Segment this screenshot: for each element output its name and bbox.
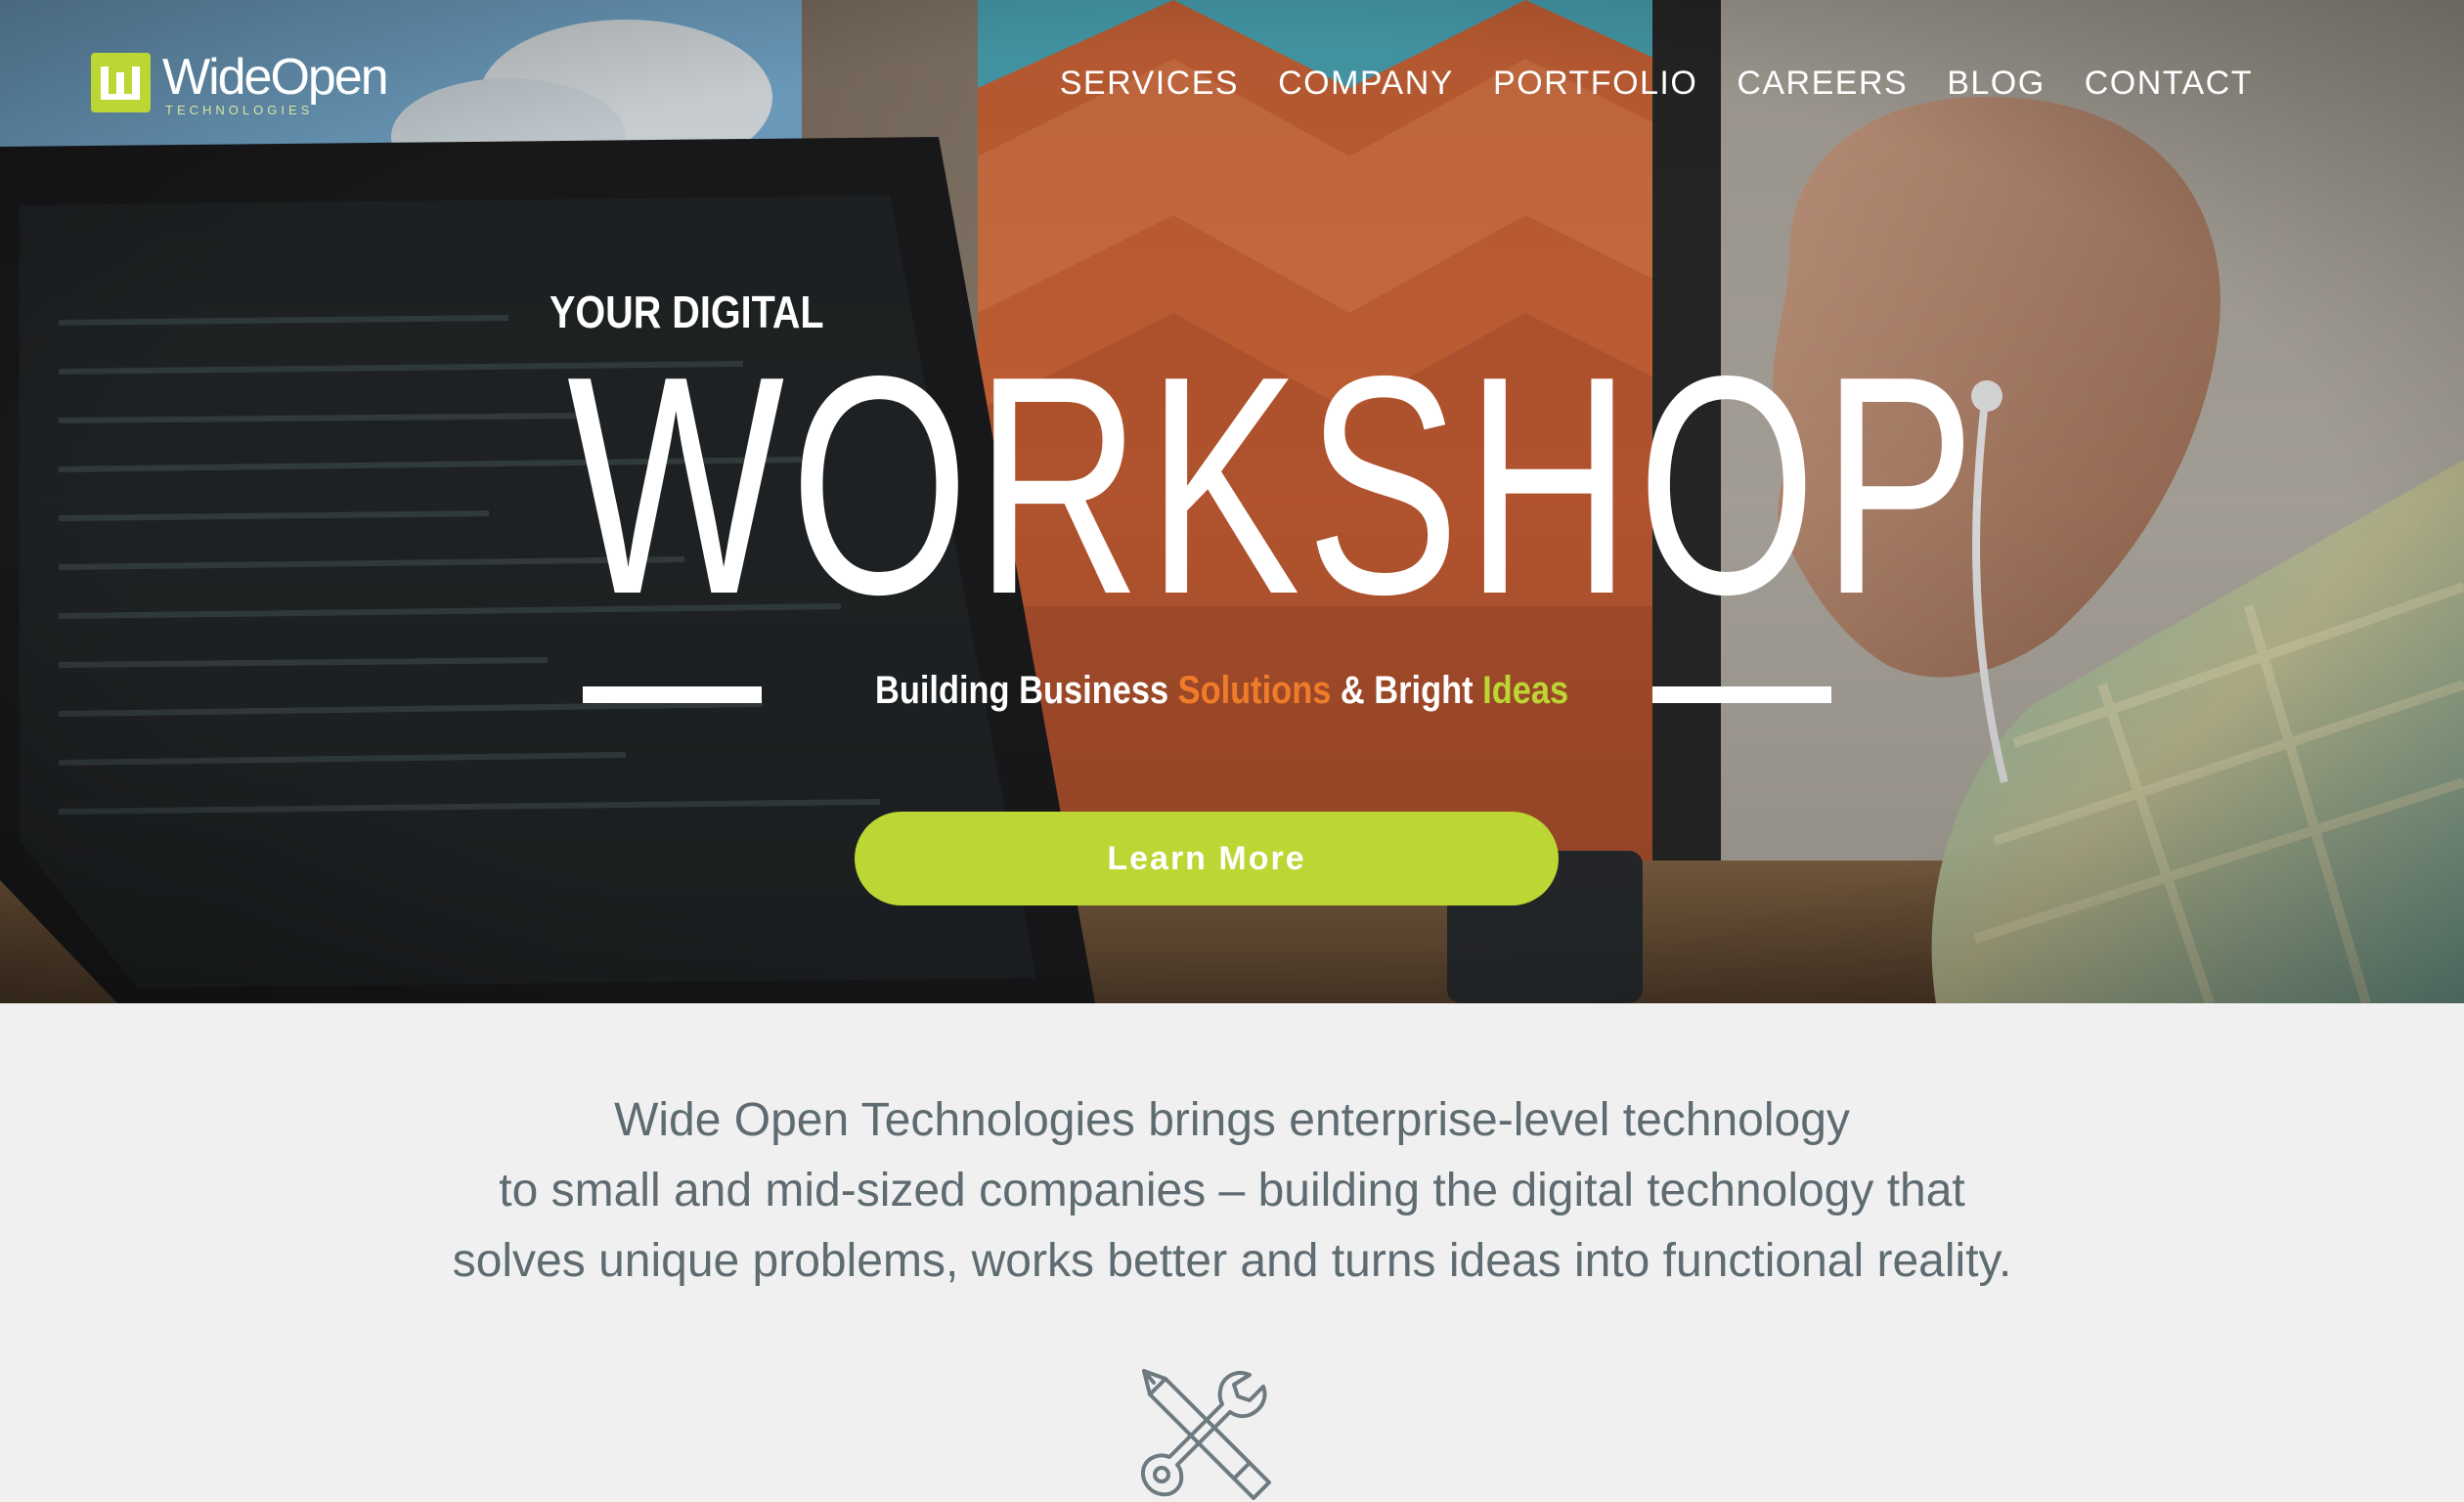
tagline-solutions: Solutions (1177, 669, 1332, 712)
nav-item-blog[interactable]: BLOG (1947, 65, 2045, 103)
hero-headline: WORKSHOP (567, 312, 1982, 659)
tagline-ideas: Ideas (1482, 669, 1569, 712)
hero-section: WideOpen TECHNOLOGIES SERVICES COMPANY P… (0, 0, 2464, 1003)
intro-paragraph: Wide Open Technologies brings enterprise… (254, 1085, 2210, 1297)
brand-logo[interactable]: WideOpen TECHNOLOGIES (91, 49, 407, 117)
nav-item-portfolio[interactable]: PORTFOLIO (1493, 65, 1697, 103)
pencil-wrench-icon (1141, 1369, 1271, 1500)
tagline-part-1: Building Business (875, 669, 1178, 712)
intro-line-1: Wide Open Technologies brings enterprise… (614, 1094, 1850, 1146)
hero-tagline: Building Business Solutions & Bright Ide… (875, 669, 1568, 713)
nav-item-careers[interactable]: CAREERS (1737, 65, 1908, 103)
divider-left (583, 686, 762, 703)
nav-item-services[interactable]: SERVICES (1060, 65, 1239, 103)
main-nav: SERVICES COMPANY PORTFOLIO CAREERS BLOG … (1060, 65, 2253, 103)
divider-right (1652, 686, 1831, 703)
learn-more-button[interactable]: Learn More (855, 812, 1559, 906)
wideopen-logo-icon (91, 53, 151, 112)
nav-item-contact[interactable]: CONTACT (2085, 65, 2253, 103)
tagline-part-3: & Bright (1331, 669, 1483, 712)
intro-line-2: to small and mid-sized companies – build… (499, 1165, 1965, 1216)
nav-item-company[interactable]: COMPANY (1278, 65, 1454, 103)
brand-name: WideOpen (162, 49, 389, 106)
intro-line-3: solves unique problems, works better and… (452, 1235, 2012, 1287)
